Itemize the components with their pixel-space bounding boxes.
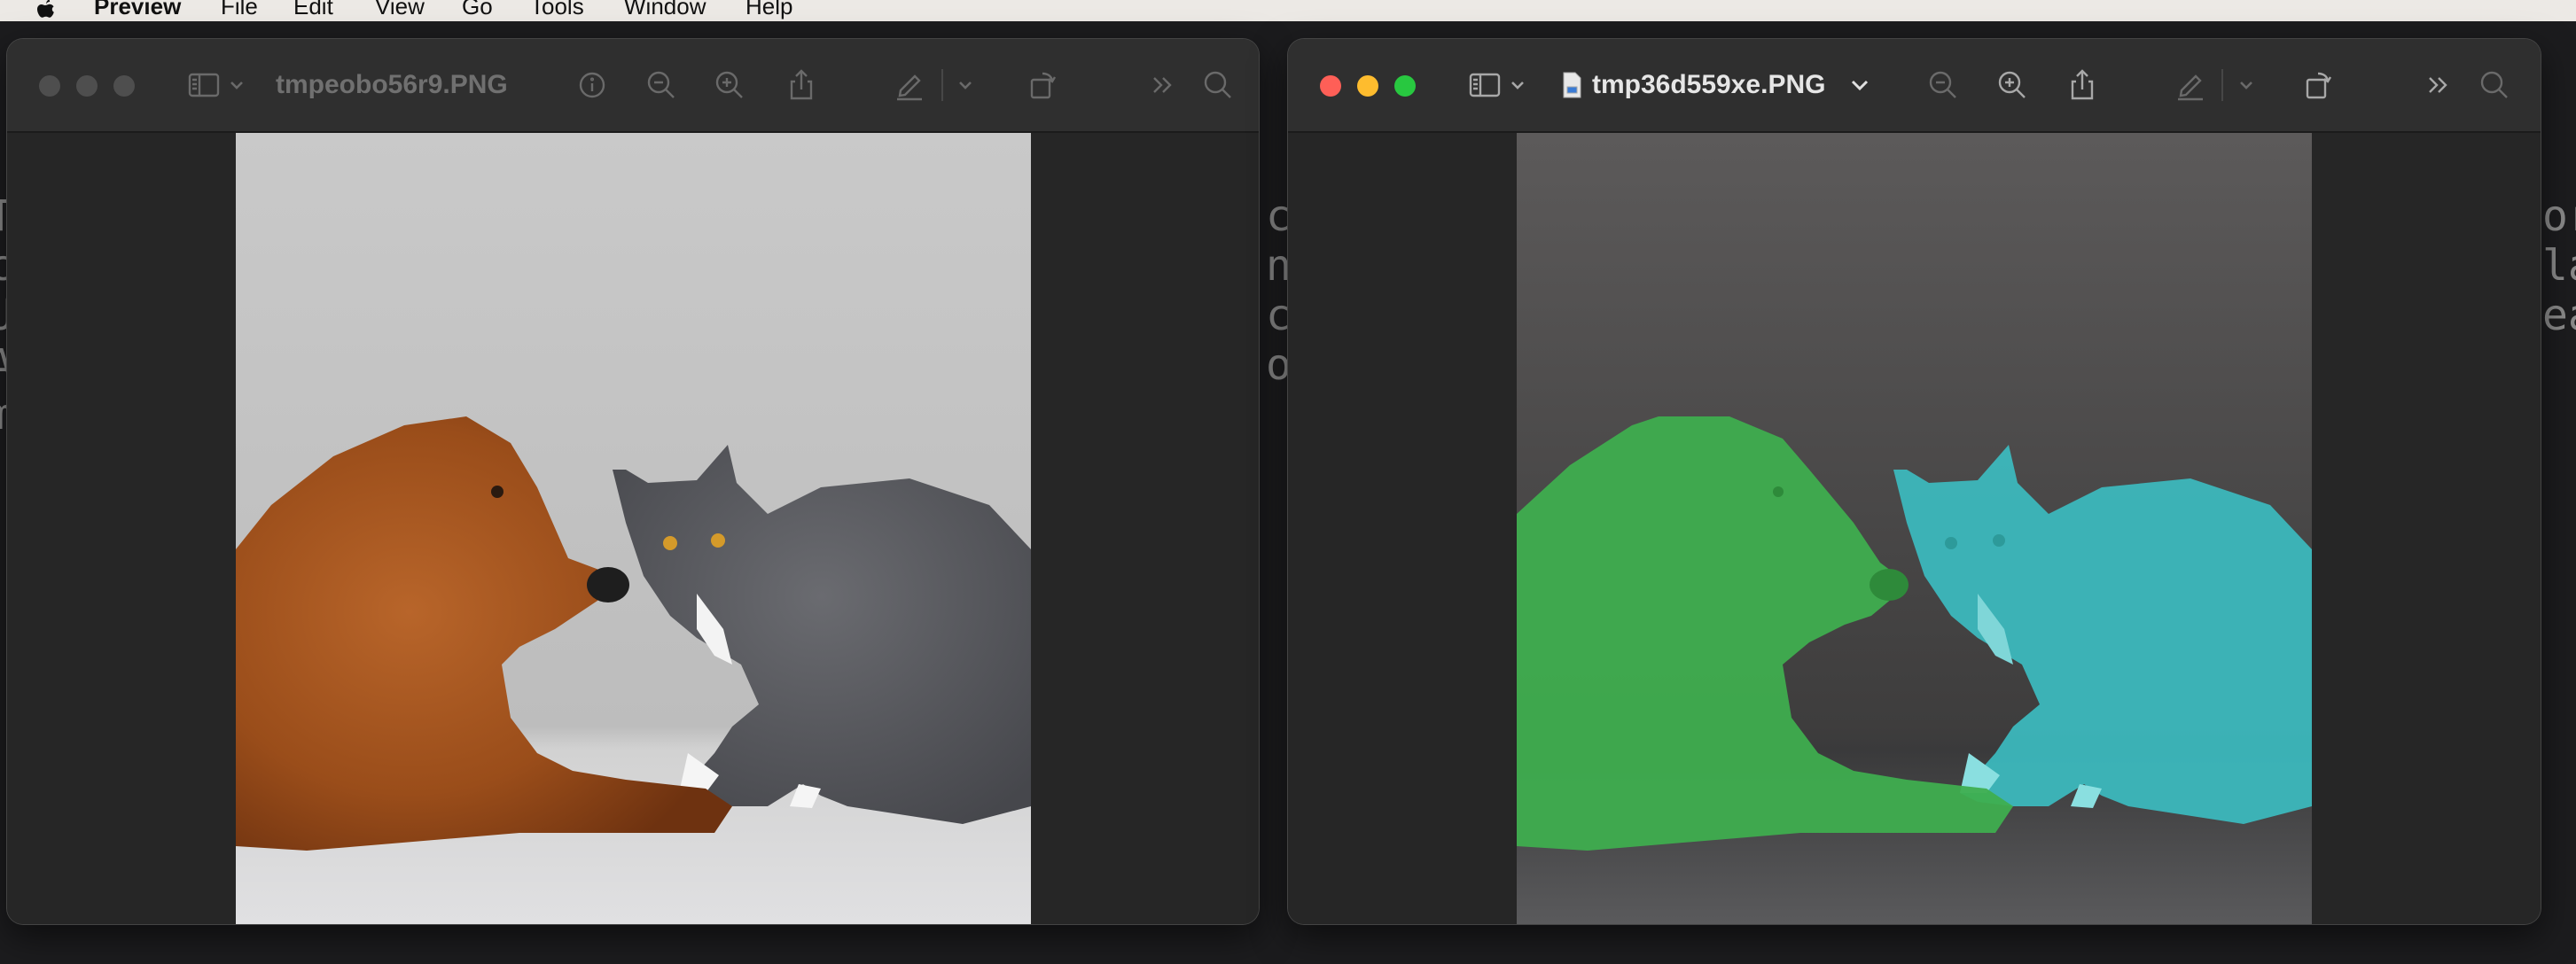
window-controls [39,75,135,97]
menu-edit[interactable]: Edit [293,0,333,18]
info-icon[interactable] [573,66,612,105]
sidebar-icon[interactable] [1465,66,1504,105]
close-button[interactable] [1320,75,1341,97]
document-area[interactable] [7,133,1259,924]
minimize-button[interactable] [1357,75,1378,97]
menu-go[interactable]: Go [462,0,493,18]
menu-help[interactable]: Help [745,0,792,18]
share-icon[interactable] [782,66,821,105]
sidebar-icon[interactable] [184,66,223,105]
window-title[interactable]: tmp36d559xe.PNG [1592,66,1825,105]
toolbar: tmpeobo56r9.PNG [7,39,1259,133]
menu-tools[interactable]: Tools [530,0,584,18]
more-icon[interactable] [2419,66,2458,105]
toolbar-separator [941,69,943,101]
window-controls [1320,75,1416,97]
search-icon[interactable] [2475,66,2514,105]
bg-editor-right: or la ea [2542,142,2576,340]
apple-icon[interactable] [32,0,59,23]
close-button[interactable] [39,75,60,97]
markup-icon[interactable] [2171,66,2210,105]
menu-file[interactable]: File [221,0,258,18]
original-photo [236,133,1031,924]
document-icon [1558,66,1585,105]
chevron-down-icon[interactable] [227,66,246,105]
more-icon[interactable] [1144,66,1183,105]
rotate-icon[interactable] [2299,66,2338,105]
zoom-in-icon[interactable] [710,66,749,105]
minimize-button[interactable] [76,75,98,97]
toolbar: tmp36d559xe.PNG [1288,39,2541,133]
menu-window[interactable]: Window [624,0,706,18]
rotate-icon[interactable] [1023,66,1062,105]
bg-glyph: or [2542,191,2576,241]
zoom-button[interactable] [113,75,135,97]
window-title: tmpeobo56r9.PNG [276,70,508,99]
preview-window-right[interactable]: tmp36d559xe.PNG [1288,39,2541,924]
chevron-down-icon[interactable] [2236,66,2256,105]
zoom-out-icon[interactable] [1924,66,1963,105]
document-area[interactable] [1288,133,2541,924]
menu-bar: Preview File Edit View Go Tools Window H… [0,0,2576,21]
zoom-in-icon[interactable] [1993,66,2032,105]
bg-glyph: ea [2542,291,2576,340]
zoom-button[interactable] [1394,75,1416,97]
zoom-out-icon[interactable] [642,66,681,105]
chevron-down-icon[interactable] [1848,66,1871,105]
bg-glyph: la [2542,241,2576,291]
chevron-down-icon[interactable] [956,66,975,105]
segmentation-mask-image [1517,133,2312,924]
preview-window-left[interactable]: tmpeobo56r9.PNG [7,39,1259,924]
dog-and-cat-photo [236,133,1031,924]
markup-icon[interactable] [890,66,929,105]
segmentation-result [1517,133,2312,924]
chevron-down-icon[interactable] [1508,66,1527,105]
menu-app-name[interactable]: Preview [94,0,181,18]
toolbar-separator [2221,69,2223,101]
menu-view[interactable]: View [375,0,425,18]
search-icon[interactable] [1198,66,1237,105]
share-icon[interactable] [2063,66,2102,105]
